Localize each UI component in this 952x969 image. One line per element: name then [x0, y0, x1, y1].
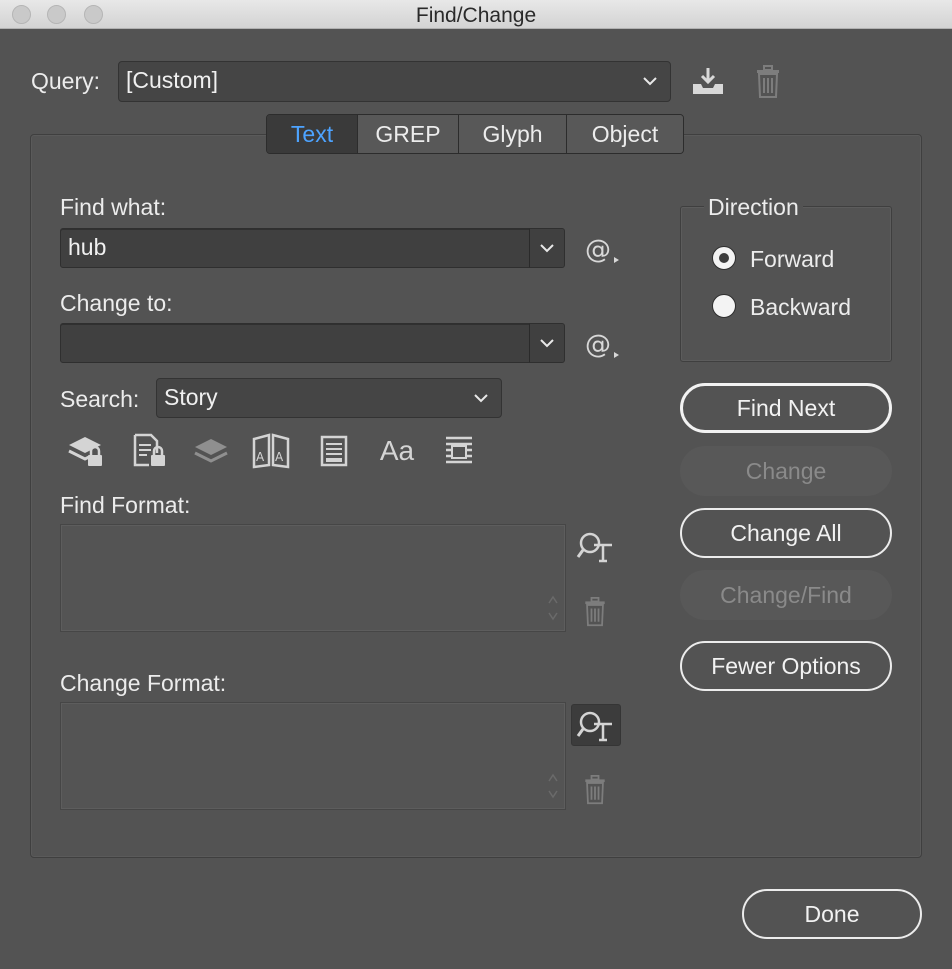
case-sensitive-icon[interactable]: Aa	[374, 432, 420, 470]
query-label: Query:	[31, 68, 101, 94]
change-to-input[interactable]	[60, 323, 530, 363]
change-format-label: Change Format:	[60, 670, 227, 696]
change-find-button[interactable]: Change/Find	[680, 570, 892, 620]
tab-text[interactable]: Text	[267, 115, 358, 153]
clear-change-format-icon	[580, 774, 610, 806]
locked-stories-icon[interactable]	[130, 432, 170, 470]
scroll-arrows-icon	[548, 595, 558, 621]
locked-layers-icon[interactable]	[66, 432, 106, 470]
chevron-down-icon	[474, 394, 488, 403]
svg-text:A: A	[275, 450, 284, 464]
forward-label[interactable]: Forward	[750, 246, 834, 273]
change-format-box[interactable]	[60, 702, 566, 810]
backward-label[interactable]: Backward	[750, 294, 851, 321]
window-title: Find/Change	[415, 4, 537, 27]
change-button[interactable]: Change	[680, 446, 892, 496]
direction-group	[680, 206, 892, 362]
search-scope-value: Story	[164, 384, 218, 410]
find-format-label: Find Format:	[60, 492, 191, 518]
svg-text:@: @	[585, 330, 611, 360]
tab-grep[interactable]: GREP	[358, 115, 459, 153]
direction-label: Direction	[704, 194, 803, 221]
change-all-button[interactable]: Change All	[680, 508, 892, 558]
chevron-down-icon	[643, 77, 657, 86]
specify-find-format-icon[interactable]	[574, 526, 618, 566]
whole-word-icon[interactable]	[440, 432, 478, 470]
svg-text:A: A	[256, 450, 265, 464]
find-what-history-dropdown[interactable]	[529, 228, 565, 268]
delete-query-icon	[752, 64, 784, 100]
hidden-layers-icon[interactable]	[191, 432, 231, 470]
master-pages-icon[interactable]: AA	[250, 432, 292, 470]
change-to-history-dropdown[interactable]	[529, 323, 565, 363]
find-next-button[interactable]: Find Next	[680, 383, 892, 433]
svg-text:@: @	[585, 235, 611, 265]
find-special-characters-icon[interactable]: @	[582, 232, 622, 266]
find-what-input[interactable]: hub	[60, 228, 530, 268]
fewer-options-button[interactable]: Fewer Options	[680, 641, 892, 691]
chevron-down-icon	[540, 339, 554, 348]
tab-object[interactable]: Object	[567, 115, 683, 153]
query-value: [Custom]	[126, 67, 219, 93]
search-scope-select[interactable]: Story	[156, 378, 502, 418]
save-query-icon[interactable]	[690, 64, 726, 98]
change-to-label: Change to:	[60, 290, 173, 316]
backward-radio[interactable]	[712, 294, 736, 318]
query-select[interactable]: [Custom]	[118, 61, 671, 102]
footnotes-icon[interactable]	[316, 432, 352, 470]
change-special-characters-icon[interactable]: @	[582, 327, 622, 361]
find-format-box[interactable]	[60, 524, 566, 632]
done-button[interactable]: Done	[742, 889, 922, 939]
clear-find-format-icon	[580, 596, 610, 628]
chevron-down-icon	[540, 244, 554, 253]
forward-radio[interactable]	[712, 246, 736, 270]
scroll-arrows-icon	[548, 773, 558, 799]
find-what-label: Find what:	[60, 194, 167, 220]
specify-change-format-icon[interactable]	[571, 704, 621, 746]
tab-glyph[interactable]: Glyph	[459, 115, 567, 153]
title-bar: Find/Change	[0, 0, 952, 29]
tab-bar: Text GREP Glyph Object	[266, 114, 684, 154]
search-label: Search:	[60, 386, 140, 412]
